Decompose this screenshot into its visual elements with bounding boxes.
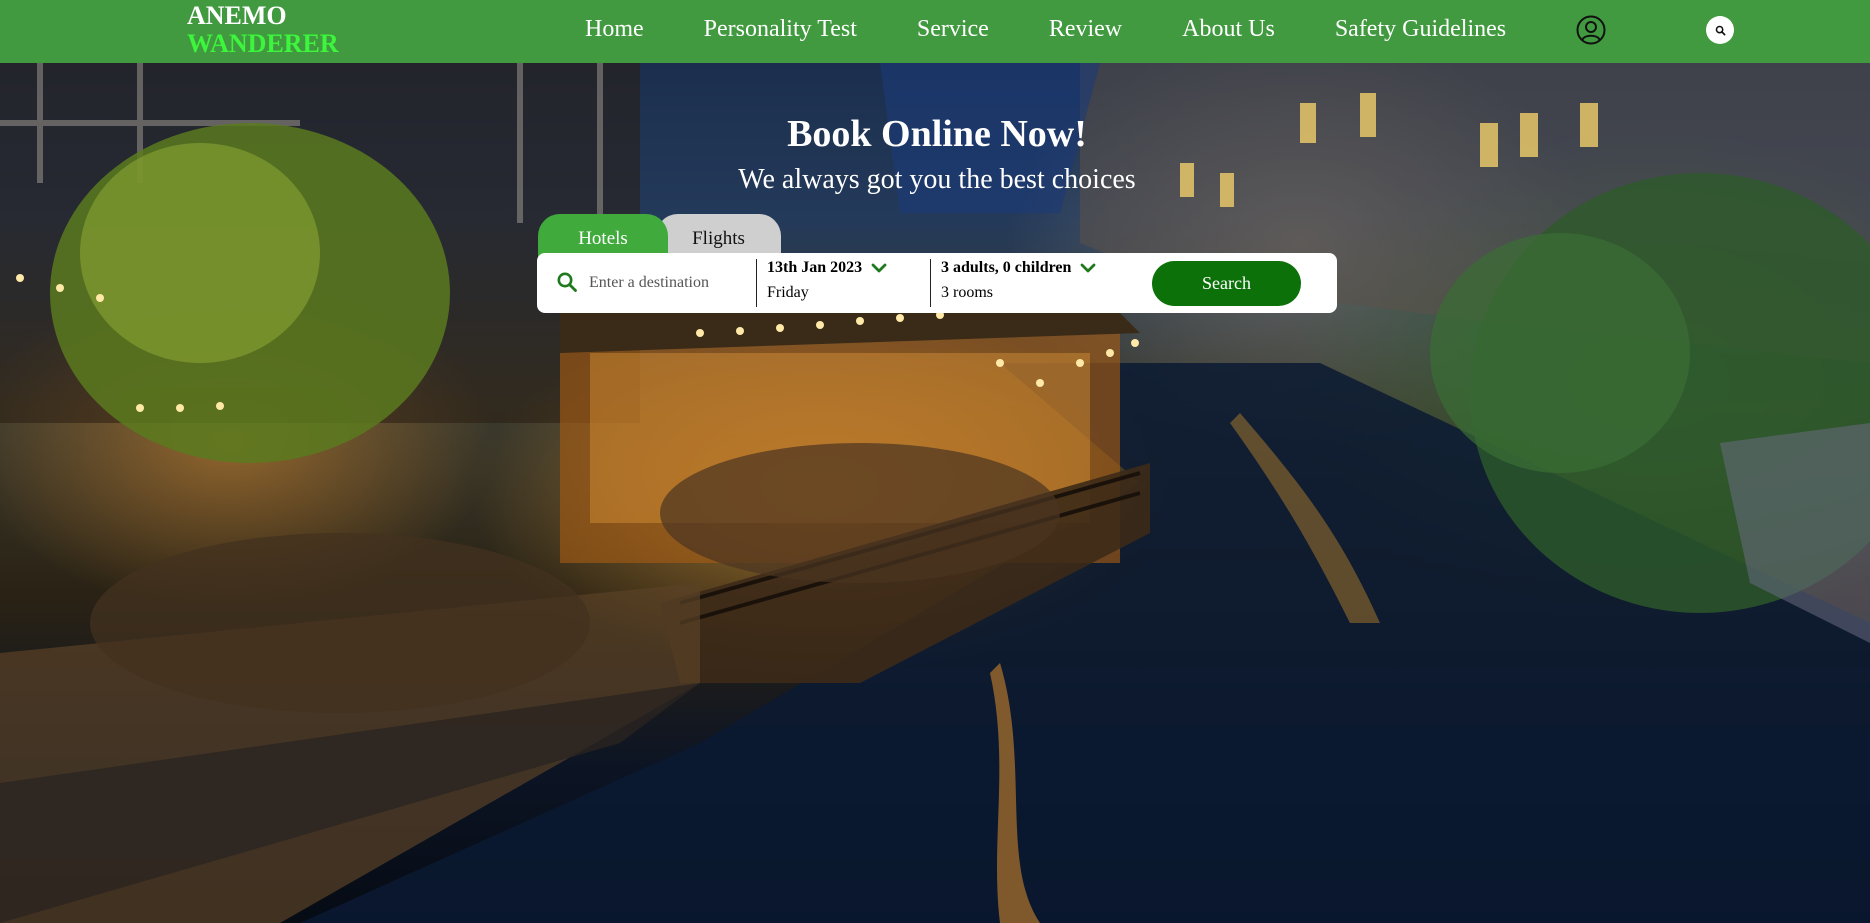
brand-logo[interactable]: ANEMO WANDERER — [187, 2, 339, 58]
search-icon — [557, 272, 577, 292]
nav-link-review[interactable]: Review — [1049, 16, 1122, 43]
field-divider — [756, 259, 757, 307]
nav-link-home[interactable]: Home — [585, 16, 644, 43]
nav-link-safety-guidelines[interactable]: Safety Guidelines — [1335, 16, 1506, 43]
date-day: Friday — [767, 284, 809, 301]
guests-main: 3 adults, 0 children — [941, 259, 1096, 277]
chevron-down-icon — [1080, 263, 1096, 273]
nav-link-service[interactable]: Service — [917, 16, 989, 43]
hero-title: Book Online Now! — [787, 113, 1087, 155]
page: ANEMO WANDERER Home Personality Test Ser… — [0, 0, 1870, 923]
brand-line-2: WANDERER — [187, 29, 339, 58]
top-navbar: ANEMO WANDERER Home Personality Test Ser… — [0, 0, 1870, 63]
nav-link-personality-test[interactable]: Personality Test — [704, 16, 857, 43]
chevron-down-icon — [871, 263, 887, 273]
field-divider — [930, 259, 931, 307]
date-picker[interactable]: 13th Jan 2023 Friday — [767, 259, 887, 302]
nav-link-about-us[interactable]: About Us — [1182, 16, 1275, 43]
guests-value: 3 adults, 0 children — [941, 259, 1072, 276]
date-value: 13th Jan 2023 — [767, 259, 863, 276]
hero-subtitle: We always got you the best choices — [738, 164, 1136, 195]
guests-picker[interactable]: 3 adults, 0 children 3 rooms — [941, 259, 1096, 302]
search-icon — [1715, 25, 1725, 35]
brand-line-1: ANEMO — [187, 1, 287, 30]
nav-links: Home Personality Test Service Review Abo… — [585, 16, 1506, 43]
booking-search-bar: 13th Jan 2023 Friday 3 adults, 0 childre… — [537, 253, 1337, 313]
nav-search-button[interactable] — [1706, 16, 1734, 44]
search-button[interactable]: Search — [1152, 261, 1301, 306]
user-circle-icon[interactable] — [1576, 15, 1606, 45]
date-main: 13th Jan 2023 — [767, 259, 887, 277]
guests-rooms: 3 rooms — [941, 284, 993, 301]
